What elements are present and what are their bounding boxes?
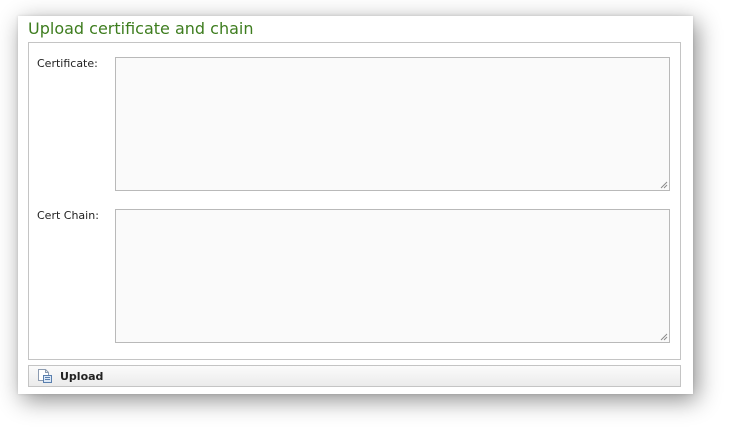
panel-title: Upload certificate and chain bbox=[28, 19, 254, 38]
upload-button-label: Upload bbox=[60, 369, 104, 383]
page: Upload certificate and chain Certificate… bbox=[0, 0, 741, 443]
cert-chain-textarea[interactable] bbox=[115, 209, 670, 343]
certificate-form: Certificate: Cert Chain: bbox=[28, 42, 681, 360]
upload-certificate-panel: Upload certificate and chain Certificate… bbox=[18, 16, 693, 394]
upload-document-icon bbox=[38, 369, 52, 383]
upload-button[interactable]: Upload bbox=[29, 366, 111, 386]
certificate-field-wrapper bbox=[115, 57, 670, 191]
form-toolbar: Upload bbox=[28, 365, 681, 387]
cert-chain-field-wrapper bbox=[115, 209, 670, 343]
certificate-label: Certificate: bbox=[37, 57, 98, 70]
cert-chain-label: Cert Chain: bbox=[37, 209, 99, 222]
certificate-textarea[interactable] bbox=[115, 57, 670, 191]
